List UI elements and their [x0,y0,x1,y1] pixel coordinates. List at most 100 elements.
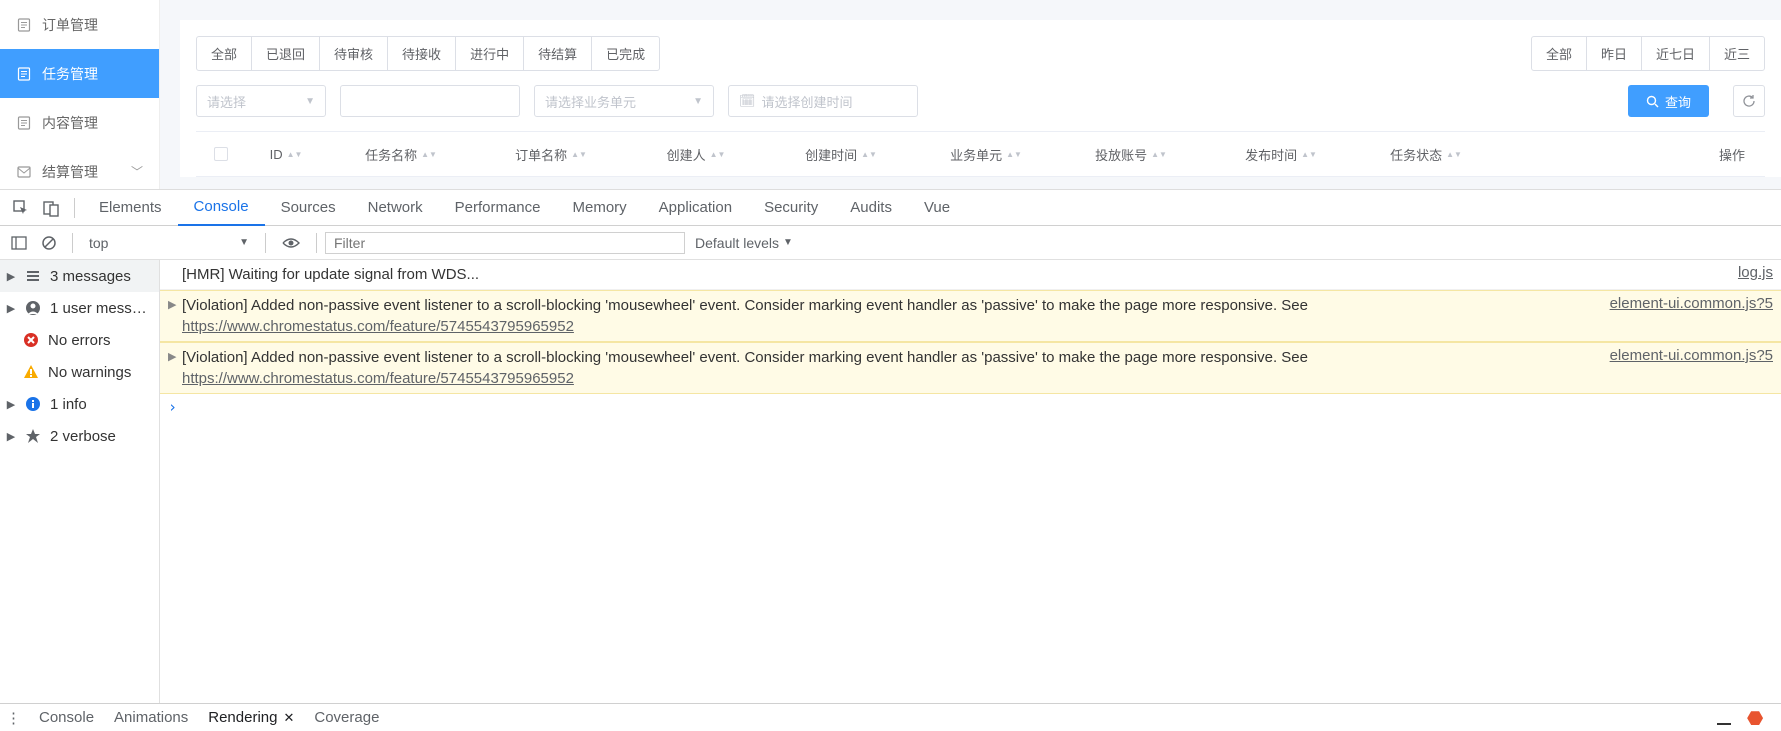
refresh-button[interactable] [1733,85,1765,117]
th-actions: 操作 [1496,145,1765,164]
error-icon [22,331,40,349]
side-info[interactable]: ▶ 1 info [0,388,159,420]
th-task-name[interactable]: 任务名称▲▼ [326,145,476,164]
th-creator[interactable]: 创建人▲▼ [626,145,766,164]
select-business-unit[interactable]: 请选择业务单元 ▼ [534,85,714,117]
th-create-time[interactable]: 创建时间▲▼ [766,145,916,164]
info-icon [24,395,42,413]
side-verbose[interactable]: ▶ 2 verbose [0,420,159,452]
side-label: No warnings [48,364,131,381]
log-text: [Violation] Added non-passive event list… [182,347,1590,389]
inspect-tool[interactable] [6,190,36,226]
th-checkbox[interactable] [196,147,246,161]
date-tab[interactable]: 近三 [1710,37,1764,70]
devtools-tab-sources[interactable]: Sources [265,190,352,226]
chevron-down-icon: ﹀ [131,163,143,180]
status-tab[interactable]: 待审核 [320,37,388,70]
sort-icon: ▲▼ [710,152,726,157]
status-tab[interactable]: 待结算 [524,37,592,70]
triangle-icon: ▶ [6,398,16,411]
devtools-tab-application[interactable]: Application [643,190,748,226]
drawer-tab-coverage[interactable]: Coverage [314,709,379,726]
console-toolbar: top ▼ Default levels ▼ [0,226,1781,260]
devtools-tab-network[interactable]: Network [352,190,439,226]
chevron-down-icon: ▼ [693,96,703,107]
side-label: 1 info [50,396,87,413]
devtools-tab-elements[interactable]: Elements [83,190,178,226]
devtools-tab-memory[interactable]: Memory [557,190,643,226]
date-range-tabs: 全部 昨日 近七日 近三 [1531,36,1765,71]
text-input[interactable] [340,85,520,117]
side-warnings[interactable]: No warnings [0,356,159,388]
log-source[interactable]: log.js [1738,264,1773,285]
device-toggle[interactable] [36,190,66,226]
date-tab[interactable]: 昨日 [1587,37,1642,70]
sidebar-item-label: 结算管理 [42,162,98,182]
status-tab[interactable]: 已完成 [592,37,659,70]
log-link[interactable]: https://www.chromestatus.com/feature/574… [182,370,574,387]
status-tab[interactable]: 进行中 [456,37,524,70]
date-placeholder: 请选择创建时间 [762,92,853,111]
log-levels[interactable]: Default levels ▼ [695,235,793,251]
chevron-down-icon: ▼ [305,96,315,107]
date-tab[interactable]: 全部 [1532,37,1587,70]
sidebar-item-content[interactable]: 内容管理 [0,98,159,147]
sidebar-item-orders[interactable]: 订单管理 [0,0,159,49]
mail-icon [16,164,32,180]
devtools-tab-performance[interactable]: Performance [439,190,557,226]
search-button[interactable]: 查询 [1628,85,1709,117]
drawer-tab-console[interactable]: Console [39,709,94,726]
devtools-tab-vue[interactable]: Vue [908,190,966,226]
devtools-tab-security[interactable]: Security [748,190,834,226]
status-tab[interactable]: 全部 [197,37,252,70]
select-generic[interactable]: 请选择 ▼ [196,85,326,117]
sidebar-item-tasks[interactable]: 任务管理 [0,49,159,98]
th-id[interactable]: ID▲▼ [246,147,326,162]
close-icon[interactable]: ✕ [283,710,294,726]
devtools-tabs: Elements Console Sources Network Perform… [0,190,1781,226]
drawer-menu-icon[interactable]: ⋮ [6,709,19,727]
date-picker[interactable]: 🗓 请选择创建时间 [728,85,918,117]
separator [72,233,73,253]
checkbox-icon [214,147,228,161]
date-tab[interactable]: 近七日 [1642,37,1710,70]
status-tab[interactable]: 已退回 [252,37,320,70]
clear-console[interactable] [34,226,64,260]
triangle-icon[interactable]: ▶ [168,295,182,337]
log-link[interactable]: https://www.chromestatus.com/feature/574… [182,318,574,335]
log-source[interactable]: element-ui.common.js?5 [1610,347,1773,389]
log-source[interactable]: element-ui.common.js?5 [1610,295,1773,337]
th-account[interactable]: 投放账号▲▼ [1056,145,1206,164]
side-total[interactable]: ▶ 3 messages [0,260,159,292]
th-publish-time[interactable]: 发布时间▲▼ [1206,145,1356,164]
sidebar: 订单管理 任务管理 内容管理 结算管理 ﹀ [0,0,160,189]
warning-icon [22,363,40,381]
side-errors[interactable]: No errors [0,324,159,356]
th-status[interactable]: 任务状态▲▼ [1356,145,1496,164]
th-business-unit[interactable]: 业务单元▲▼ [916,145,1056,164]
triangle-icon[interactable]: ▶ [168,347,182,389]
triangle-icon: ▶ [6,270,16,283]
live-expression[interactable] [274,237,308,249]
side-user[interactable]: ▶ 1 user mess… [0,292,159,324]
refresh-icon [1742,94,1756,108]
log-text: [HMR] Waiting for update signal from WDS… [182,264,1718,285]
sidebar-toggle[interactable] [4,226,34,260]
devtools-tab-audits[interactable]: Audits [834,190,908,226]
drawer-tab-rendering[interactable]: Rendering✕ [208,709,294,726]
chevron-down-icon: ▼ [783,237,793,248]
filter-input[interactable] [325,232,685,254]
user-icon [24,299,42,317]
minimize-icon[interactable] [1717,723,1731,725]
context-selector[interactable]: top ▼ [81,231,257,255]
search-button-label: 查询 [1665,92,1691,111]
document-icon [16,17,32,33]
drawer-tab-animations[interactable]: Animations [114,709,188,726]
separator [316,233,317,253]
status-tab[interactable]: 待接收 [388,37,456,70]
side-label: 2 verbose [50,428,116,445]
devtools-tab-console[interactable]: Console [178,190,265,226]
th-order-name[interactable]: 订单名称▲▼ [476,145,626,164]
console-prompt[interactable]: › [160,394,1781,420]
console-violation: ▶ [Violation] Added non-passive event li… [160,342,1781,394]
